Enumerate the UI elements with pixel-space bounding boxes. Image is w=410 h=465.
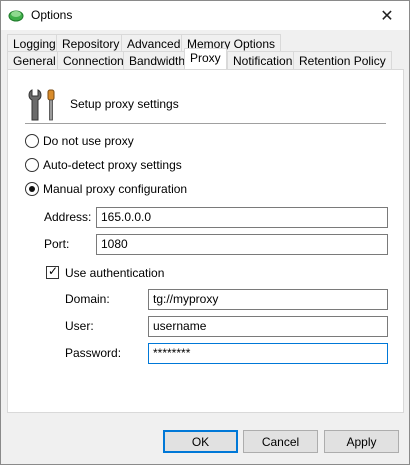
password-label: Password:: [65, 346, 122, 360]
address-label: Address:: [44, 210, 92, 224]
tab-logging[interactable]: Logging: [7, 34, 62, 52]
wrench-screwdriver-icon: [28, 89, 55, 121]
tab-bandwidth[interactable]: Bandwidth: [123, 51, 192, 69]
window-title: Options: [31, 8, 73, 22]
checkmark-icon: ✓: [48, 264, 59, 278]
port-label: Port:: [44, 237, 70, 251]
section-header: Setup proxy settings: [70, 97, 179, 111]
cancel-button[interactable]: Cancel: [243, 430, 318, 453]
radio-no-proxy[interactable]: [25, 134, 39, 148]
address-input[interactable]: 165.0.0.0: [96, 207, 388, 228]
tab-strip: Logging Repository Advanced Memory Optio…: [1, 30, 409, 72]
password-input[interactable]: ********: [148, 343, 388, 364]
close-icon[interactable]: ✕: [365, 1, 409, 30]
title-bar[interactable]: Options ✕: [1, 1, 409, 30]
domain-label: Domain:: [65, 292, 110, 306]
header-separator: [25, 123, 386, 124]
use-auth-checkbox[interactable]: ✓: [46, 264, 59, 279]
domain-input[interactable]: tg://myproxy: [148, 289, 388, 310]
options-dialog: Options ✕ Logging Repository Advanced Me…: [0, 0, 410, 465]
user-label: User:: [65, 319, 94, 333]
radio-manual-proxy-label[interactable]: Manual proxy configuration: [43, 182, 187, 196]
tab-connection[interactable]: Connection: [57, 51, 130, 69]
tab-retention-policy[interactable]: Retention Policy: [293, 51, 392, 69]
tab-repository[interactable]: Repository: [56, 34, 126, 52]
radio-auto-detect-label[interactable]: Auto-detect proxy settings: [43, 158, 182, 172]
tab-notification[interactable]: Notification: [227, 51, 299, 69]
user-input[interactable]: username: [148, 316, 388, 337]
radio-no-proxy-label[interactable]: Do not use proxy: [43, 134, 134, 148]
port-input[interactable]: 1080: [96, 234, 388, 255]
radio-manual-proxy[interactable]: [25, 182, 39, 196]
use-auth-label[interactable]: Use authentication: [65, 266, 164, 280]
tab-proxy[interactable]: Proxy: [184, 48, 227, 69]
app-icon: [8, 10, 24, 22]
tab-general[interactable]: General: [7, 51, 62, 69]
apply-button[interactable]: Apply: [324, 430, 399, 453]
tab-advanced[interactable]: Advanced: [121, 34, 187, 52]
radio-auto-detect[interactable]: [25, 158, 39, 172]
ok-button[interactable]: OK: [163, 430, 238, 453]
